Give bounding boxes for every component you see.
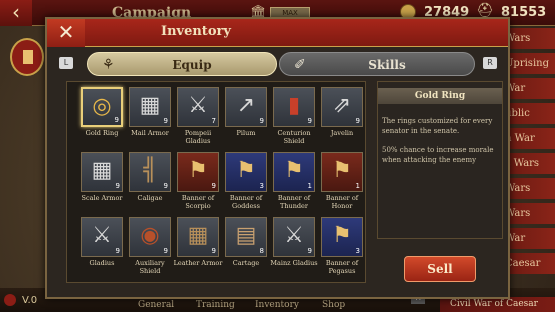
item-name: Leather Armor bbox=[173, 259, 223, 267]
dialog-title: Inventory bbox=[161, 24, 231, 39]
item-slot[interactable]: ⚔ 9 Gladius bbox=[79, 215, 125, 280]
item-name: Javelin bbox=[330, 129, 354, 137]
item-slot[interactable]: ⚑ 1 Banner of Honor bbox=[319, 150, 365, 215]
item-name: Caligae bbox=[137, 194, 163, 202]
tab-equip[interactable]: ⚘ Equip bbox=[87, 52, 277, 76]
item-name: Scale Armor bbox=[81, 194, 123, 202]
item-name: Gold Ring bbox=[85, 129, 119, 137]
back-arrow-icon[interactable]: ‹ bbox=[0, 0, 32, 26]
item-slot[interactable]: ⚑ 9 Banner of Scorpio bbox=[175, 150, 221, 215]
l-key-hint[interactable]: L bbox=[59, 57, 73, 69]
item-name: Pilum bbox=[236, 129, 256, 137]
item-name: Banner of Thunder bbox=[277, 194, 311, 210]
tab-shop[interactable]: Shop bbox=[322, 300, 345, 310]
item-slot[interactable]: ⚑ 1 Banner of Thunder bbox=[271, 150, 317, 215]
item-name: Pompeii Gladius bbox=[184, 129, 212, 145]
item-slot[interactable]: ⚑ 3 Banner of Goddess bbox=[223, 150, 269, 215]
tab-general[interactable]: General bbox=[138, 300, 174, 310]
item-slot[interactable]: ◎ 9 Gold Ring bbox=[79, 85, 125, 150]
item-slot[interactable]: ⚔ 7 Pompeii Gladius bbox=[175, 85, 221, 150]
tab-bar: L ⚘ Equip ✐ Skills R bbox=[57, 52, 497, 76]
item-name: Banner of Pegasus bbox=[325, 259, 359, 275]
item-grid: ◎ 9 Gold Ring ▦ 9 Mail Armor ⚔ 7 Pompeii… bbox=[79, 85, 365, 280]
item-detail-panel: Gold Ring The rings customized for every… bbox=[377, 81, 503, 239]
item-name: Banner of Goddess bbox=[229, 194, 263, 210]
item-detail-title: Gold Ring bbox=[378, 88, 502, 104]
item-slot[interactable]: ⇗ 9 Javelin bbox=[319, 85, 365, 150]
item-slot[interactable]: ▦ 9 Leather Armor bbox=[173, 215, 223, 280]
tab-inventory[interactable]: Inventory bbox=[255, 300, 299, 310]
campaign-civil-war[interactable]: Civil War of Caesar bbox=[440, 297, 555, 312]
laurel-icon: ⚘ bbox=[102, 57, 115, 73]
close-x-icon[interactable]: ✕ bbox=[47, 19, 85, 47]
item-slot[interactable]: ⚑ 3 Banner of Pegasus bbox=[319, 215, 365, 280]
item-slot[interactable]: ▤ 8 Cartage bbox=[223, 215, 269, 280]
item-effect: 50% chance to increase morale when attac… bbox=[382, 146, 494, 164]
version-label: V.0 bbox=[4, 294, 37, 306]
item-slot[interactable]: ◉ 9 Auxiliary Shield bbox=[127, 215, 173, 280]
item-slot[interactable]: ▦ 9 Scale Armor bbox=[79, 150, 125, 215]
item-name: Banner of Scorpio bbox=[181, 194, 215, 210]
tab-training[interactable]: Training bbox=[196, 300, 235, 310]
item-name: Mail Armor bbox=[131, 129, 169, 137]
inventory-dialog: ✕ Inventory L ⚘ Equip ✐ Skills R ◎ 9 Gol… bbox=[45, 17, 510, 299]
item-name: Auxiliary Shield bbox=[135, 259, 165, 275]
item-name: Cartage bbox=[232, 259, 260, 267]
r-key-hint[interactable]: R bbox=[483, 57, 497, 69]
item-slot[interactable]: ▦ 9 Mail Armor bbox=[127, 85, 173, 150]
sell-button[interactable]: Sell bbox=[404, 256, 476, 282]
tab-equip-label: Equip bbox=[172, 58, 212, 72]
item-name: Mainz Gladius bbox=[270, 259, 318, 267]
tab-skills[interactable]: ✐ Skills bbox=[279, 52, 475, 76]
item-name: Centurion Shield bbox=[277, 129, 311, 145]
item-name: Banner of Honor bbox=[325, 194, 359, 210]
item-slot[interactable]: ▮ 9 Centurion Shield bbox=[271, 85, 317, 150]
item-slot[interactable]: ⚔ 9 Mainz Gladius bbox=[270, 215, 318, 280]
item-detail-text: The rings customized for every senator i… bbox=[382, 116, 500, 165]
item-name: Gladius bbox=[89, 259, 115, 267]
item-slot[interactable]: ↗ 9 Pilum bbox=[223, 85, 269, 150]
item-grid-panel: ◎ 9 Gold Ring ▦ 9 Mail Armor ⚔ 7 Pompeii… bbox=[66, 81, 366, 283]
faction-emblem[interactable] bbox=[10, 38, 44, 76]
tab-skills-label: Skills bbox=[368, 58, 406, 72]
scroll-icon: ✐ bbox=[294, 57, 306, 73]
item-slot[interactable]: ╣ 9 Caligae bbox=[127, 150, 173, 215]
item-description: The rings customized for every senator i… bbox=[382, 117, 493, 135]
dialog-header: ✕ Inventory bbox=[47, 19, 508, 47]
